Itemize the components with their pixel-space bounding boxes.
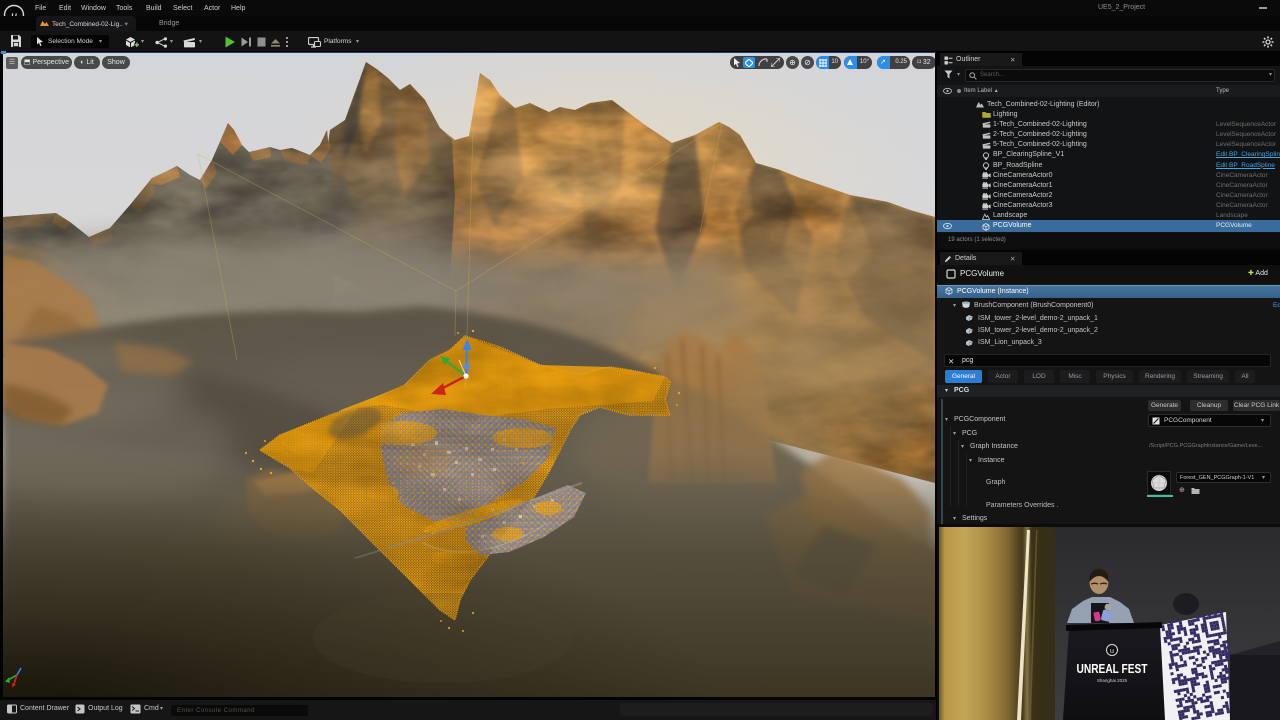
svg-text:Shanghai 2025: Shanghai 2025	[1097, 678, 1128, 683]
svg-text:UNREAL FEST: UNREAL FEST	[1077, 661, 1148, 676]
svg-text:u: u	[1110, 648, 1114, 655]
